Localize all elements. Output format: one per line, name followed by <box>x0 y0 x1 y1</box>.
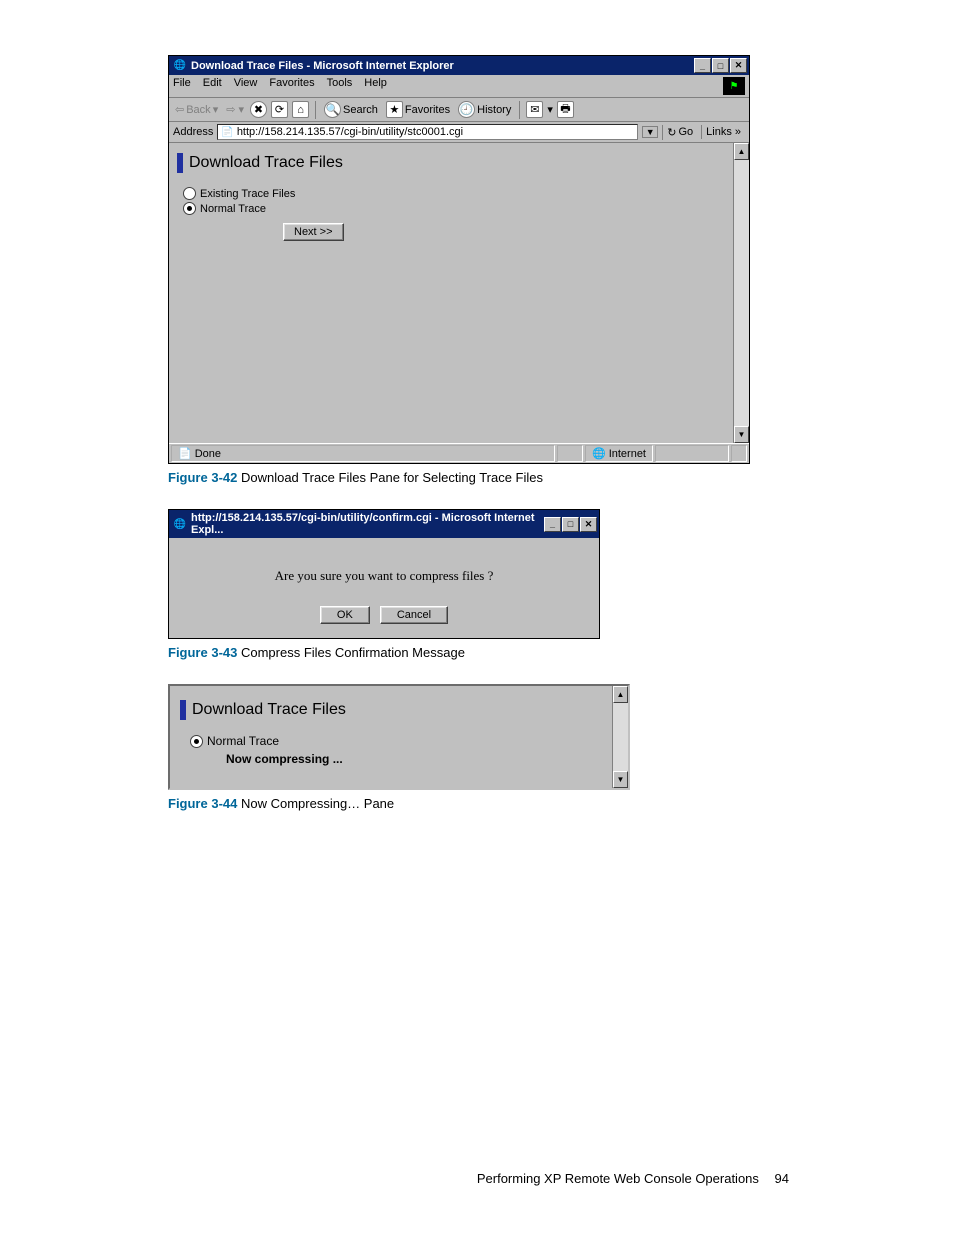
next-button[interactable]: Next >> <box>283 223 344 241</box>
stop-icon[interactable]: ✖ <box>250 101 267 118</box>
compressing-status: Now compressing ... <box>226 752 602 766</box>
page-footer: Performing XP Remote Web Console Operati… <box>168 1171 789 1186</box>
maximize-button[interactable]: □ <box>562 517 579 532</box>
status-bar: 📄 Done 🌐 Internet <box>169 443 749 463</box>
scroll-down-icon[interactable]: ▼ <box>734 426 749 443</box>
figure-number: Figure 3-42 <box>168 470 237 485</box>
links-button[interactable]: Links » <box>701 125 745 139</box>
pane-title: Download Trace Files <box>177 153 725 173</box>
titlebar[interactable]: 🌐 Download Trace Files - Microsoft Inter… <box>169 56 749 75</box>
go-button[interactable]: ↻ Go <box>662 125 697 140</box>
minimize-button[interactable]: _ <box>694 58 711 73</box>
pane-title-text: Download Trace Files <box>192 701 346 719</box>
menu-tools[interactable]: Tools <box>327 77 353 95</box>
history-icon: 🕘 <box>458 101 475 118</box>
ie-logo-icon: 🌐 <box>173 59 187 73</box>
dialog-titlebar[interactable]: 🌐 http://158.214.135.57/cgi-bin/utility/… <box>169 510 599 538</box>
ok-button[interactable]: OK <box>320 606 370 624</box>
confirm-dialog: 🌐 http://158.214.135.57/cgi-bin/utility/… <box>168 509 600 639</box>
maximize-button[interactable]: □ <box>712 58 729 73</box>
home-icon[interactable]: ⌂ <box>292 101 309 118</box>
toolbar: ⇦ Back ▾ ⇨ ▾ ✖ ⟳ ⌂ 🔍Search ★Favorites 🕘H… <box>169 98 749 122</box>
figure-caption-1: Figure 3-42 Download Trace Files Pane fo… <box>168 470 789 485</box>
close-button[interactable]: ✕ <box>730 58 747 73</box>
scroll-up-icon[interactable]: ▲ <box>613 686 628 703</box>
print-icon[interactable]: 🖶 <box>557 101 574 118</box>
figure-text: Download Trace Files Pane for Selecting … <box>237 470 543 485</box>
window-title: Download Trace Files - Microsoft Interne… <box>191 60 694 72</box>
ie-window-download-trace: 🌐 Download Trace Files - Microsoft Inter… <box>168 55 750 464</box>
page-icon: 📄 <box>221 127 233 138</box>
figure-text: Compress Files Confirmation Message <box>237 645 465 660</box>
menu-favorites[interactable]: Favorites <box>269 77 314 95</box>
radio-normal-trace[interactable]: Normal Trace <box>183 202 725 215</box>
figure-caption-2: Figure 3-43 Compress Files Confirmation … <box>168 645 789 660</box>
menu-file[interactable]: File <box>173 77 191 95</box>
minimize-button[interactable]: _ <box>544 517 561 532</box>
address-url-text: http://158.214.135.57/cgi-bin/utility/st… <box>237 126 463 138</box>
vertical-scrollbar[interactable]: ▲ ▼ <box>612 686 628 788</box>
forward-button[interactable]: ⇨ ▾ <box>224 102 246 117</box>
pane-title: Download Trace Files <box>180 700 602 720</box>
status-done: 📄 Done <box>171 445 555 462</box>
radio-label: Normal Trace <box>200 203 266 215</box>
address-label: Address <box>173 126 213 138</box>
dialog-title-text: http://158.214.135.57/cgi-bin/utility/co… <box>191 512 544 536</box>
radio-label: Existing Trace Files <box>200 188 295 200</box>
scroll-up-icon[interactable]: ▲ <box>734 143 749 160</box>
toolbar-separator <box>519 101 520 119</box>
search-icon: 🔍 <box>324 101 341 118</box>
figure-number: Figure 3-44 <box>168 796 237 811</box>
menu-bar: File Edit View Favorites Tools Help ⚑ <box>169 75 749 98</box>
radio-checked-icon <box>183 202 196 215</box>
menu-view[interactable]: View <box>234 77 258 95</box>
history-button[interactable]: 🕘History <box>456 100 513 119</box>
figure-number: Figure 3-43 <box>168 645 237 660</box>
search-button[interactable]: 🔍Search <box>322 100 380 119</box>
radio-normal-trace[interactable]: Normal Trace <box>190 734 602 748</box>
compressing-pane: Download Trace Files Normal Trace Now co… <box>168 684 630 790</box>
title-bar-icon <box>177 153 183 173</box>
page-number: 94 <box>775 1171 789 1186</box>
ie-logo-icon: 🌐 <box>173 517 187 531</box>
toolbar-separator <box>315 101 316 119</box>
cancel-button[interactable]: Cancel <box>380 606 448 624</box>
menu-help[interactable]: Help <box>364 77 387 95</box>
figure-caption-3: Figure 3-44 Now Compressing… Pane <box>168 796 789 811</box>
radio-existing-trace[interactable]: Existing Trace Files <box>183 187 725 200</box>
address-dropdown-icon[interactable]: ▼ <box>642 126 658 138</box>
title-bar-icon <box>180 700 186 720</box>
address-input[interactable]: 📄 http://158.214.135.57/cgi-bin/utility/… <box>217 124 638 140</box>
favorites-icon: ★ <box>386 101 403 118</box>
back-button[interactable]: ⇦ Back ▾ <box>173 102 220 117</box>
confirm-message: Are you sure you want to compress files … <box>179 568 589 584</box>
address-bar: Address 📄 http://158.214.135.57/cgi-bin/… <box>169 122 749 143</box>
footer-text: Performing XP Remote Web Console Operati… <box>477 1171 759 1186</box>
menu-edit[interactable]: Edit <box>203 77 222 95</box>
mail-icon[interactable]: ✉ <box>526 101 543 118</box>
browser-content: Download Trace Files Existing Trace File… <box>169 143 749 443</box>
favorites-button[interactable]: ★Favorites <box>384 100 452 119</box>
radio-checked-icon <box>190 735 203 748</box>
figure-text: Now Compressing… Pane <box>237 796 394 811</box>
pane-title-text: Download Trace Files <box>189 154 343 172</box>
resize-grip-icon[interactable] <box>731 445 747 462</box>
vertical-scrollbar[interactable]: ▲ ▼ <box>733 143 749 443</box>
ie-throbber-icon: ⚑ <box>723 77 745 95</box>
radio-label: Normal Trace <box>207 734 279 748</box>
close-button[interactable]: ✕ <box>580 517 597 532</box>
page-icon: 📄 <box>178 447 192 460</box>
status-zone: 🌐 Internet <box>585 445 653 462</box>
scroll-down-icon[interactable]: ▼ <box>613 771 628 788</box>
radio-icon <box>183 187 196 200</box>
refresh-icon[interactable]: ⟳ <box>271 101 288 118</box>
internet-zone-icon: 🌐 <box>592 447 606 460</box>
